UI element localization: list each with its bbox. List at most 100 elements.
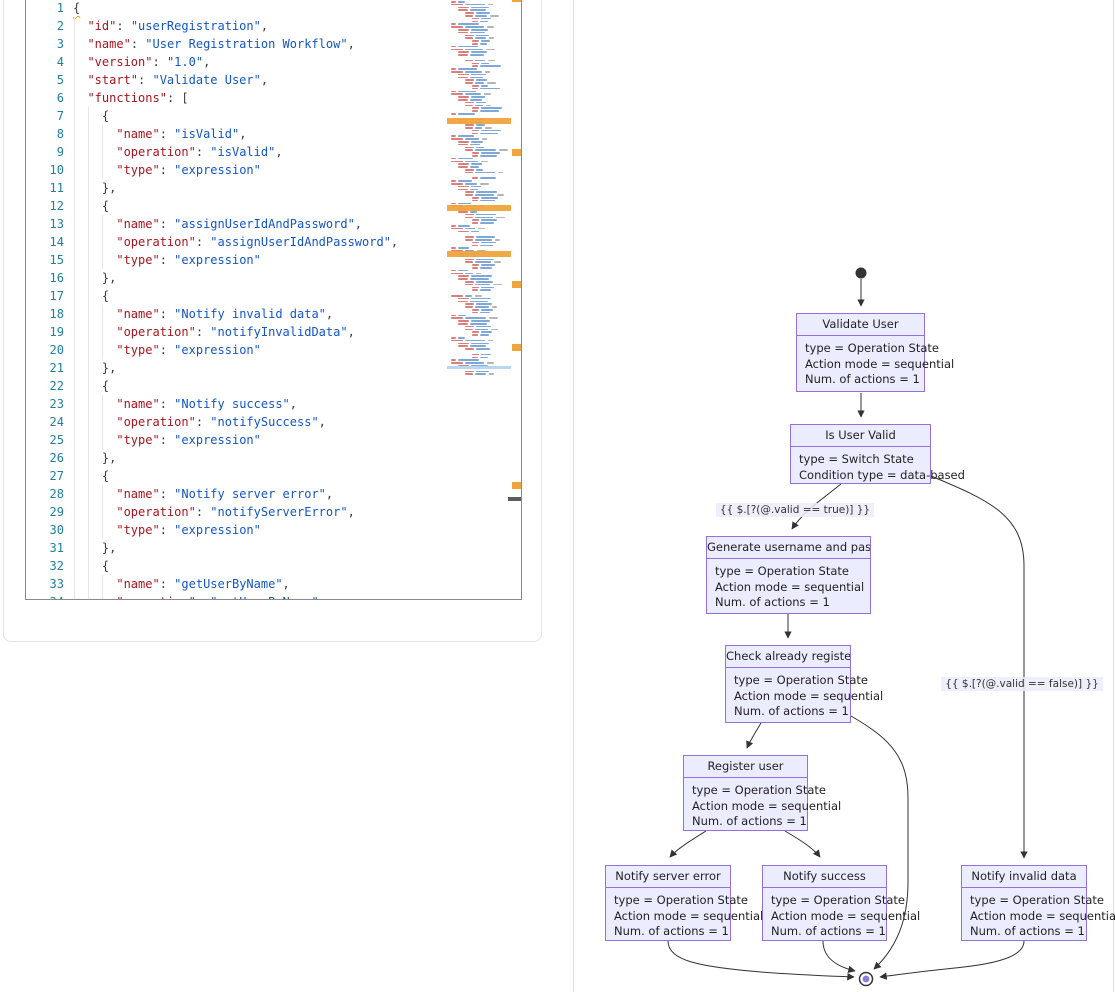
line-number: 23 [26,395,64,413]
overview-ruler[interactable] [512,1,522,591]
code-line: 10 "type": "expression" [26,161,446,179]
code-line: 23 "name": "Notify success", [26,395,446,413]
code-line: 32 { [26,557,446,575]
code-line: 9 "operation": "isValid", [26,143,446,161]
state-node-register-user[interactable]: Register usertype = Operation StateActio… [683,755,808,831]
ruler-match-mark [512,0,522,2]
line-number: 5 [26,71,64,89]
ruler-match-mark [512,149,522,156]
line-number: 24 [26,413,64,431]
state-node-check-already-registered[interactable]: Check already registeredtype = Operation… [725,645,851,723]
code-line: 33 "name": "getUserByName", [26,575,446,593]
state-node-property: Num. of actions = 1 [692,814,807,830]
code-line: 18 "name": "Notify invalid data", [26,305,446,323]
workflow-edges [573,0,1113,992]
ruler-match-mark [512,344,522,351]
code-line: 22 { [26,377,446,395]
code-line: 6 "functions": [ [26,89,446,107]
start-node[interactable] [856,268,867,279]
code-line: 20 "type": "expression" [26,341,446,359]
line-number: 32 [26,557,64,575]
minimap-selection-highlight [447,366,511,369]
line-number: 2 [26,17,64,35]
state-node-title: Generate username and password [707,537,870,559]
line-number: 15 [26,251,64,269]
state-node-property: Action mode = sequential [805,357,924,373]
code-line: 15 "type": "expression" [26,251,446,269]
line-number: 1 [26,0,64,17]
state-node-validate-user[interactable]: Validate Usertype = Operation StateActio… [796,313,925,392]
code-lines: 1{2 "id": "userRegistration",3 "name": "… [26,0,446,600]
line-number: 27 [26,467,64,485]
state-node-property: type = Operation State [715,564,870,580]
state-node-notify-success[interactable]: Notify success type = Operation StateActi… [762,865,887,941]
state-node-property: Condition type = data-based [799,468,930,484]
line-number: 11 [26,179,64,197]
code-line: 25 "type": "expression" [26,431,446,449]
state-node-property: type = Operation State [734,673,850,689]
state-node-title: Notify invalid data [962,866,1086,888]
state-node-title: Register user [684,756,807,778]
ruler-cursor-mark [508,497,522,501]
line-number: 3 [26,35,64,53]
code-line: 5 "start": "Validate User", [26,71,446,89]
line-number: 8 [26,125,64,143]
minimap-match-highlight [447,118,511,124]
state-node-property: Action mode = sequential [715,580,870,596]
line-number: 4 [26,53,64,71]
edge-label-valid-false: {{ $.[?(@.valid == false)] }} [941,677,1103,691]
state-node-property: Action mode = sequential [734,689,850,705]
line-number: 17 [26,287,64,305]
state-node-property: Num. of actions = 1 [970,924,1086,940]
line-number: 31 [26,539,64,557]
code-line: 11 }, [26,179,446,197]
line-number: 21 [26,359,64,377]
ruler-match-mark [512,281,522,288]
code-line: 30 "type": "expression" [26,521,446,539]
state-node-property: Action mode = sequential [771,909,886,925]
code-line: 19 "operation": "notifyInvalidData", [26,323,446,341]
line-number: 9 [26,143,64,161]
state-node-generate-username-and-password[interactable]: Generate username and password type = Ope… [706,536,871,614]
line-number: 19 [26,323,64,341]
line-number: 34 [26,593,64,600]
code-line: 28 "name": "Notify server error", [26,485,446,503]
line-number: 6 [26,89,64,107]
page: 1{2 "id": "userRegistration",3 "name": "… [0,0,1115,992]
line-number: 12 [26,197,64,215]
line-number: 33 [26,575,64,593]
state-node-property: type = Operation State [614,893,730,909]
line-number: 20 [26,341,64,359]
state-node-title: Notify success [763,866,886,888]
state-node-property: type = Switch State [799,452,930,468]
code-editor[interactable]: 1{2 "id": "userRegistration",3 "name": "… [25,0,522,600]
state-node-notify-invalid-data[interactable]: Notify invalid datatype = Operation Stat… [961,865,1087,941]
code-line: 3 "name": "User Registration Workflow", [26,35,446,53]
code-line: 16 }, [26,269,446,287]
code-line: 14 "operation": "assignUserIdAndPassword… [26,233,446,251]
state-node-property: type = Operation State [771,893,886,909]
code-line: 21 }, [26,359,446,377]
state-node-property: Action mode = sequential [970,909,1086,925]
state-node-property: Num. of actions = 1 [805,372,924,388]
minimap-match-highlight [447,251,511,257]
minimap[interactable] [447,1,511,591]
state-node-property: Num. of actions = 1 [734,704,850,720]
line-number: 30 [26,521,64,539]
state-node-notify-server-error[interactable]: Notify server error type = Operation Stat… [605,865,731,941]
minimap-match-highlight [447,205,511,211]
state-node-title: Notify server error [606,866,730,888]
line-number: 14 [26,233,64,251]
state-node-is-user-valid[interactable]: Is User Validtype = Switch StateConditio… [790,424,931,484]
state-node-property: type = Operation State [692,783,807,799]
ruler-match-mark [512,482,522,489]
code-line: 13 "name": "assignUserIdAndPassword", [26,215,446,233]
state-node-property: Num. of actions = 1 [715,595,870,611]
end-node[interactable] [860,973,873,986]
edge-label-valid-true: {{ $.[?(@.valid == true)] }} [716,503,874,517]
code-line: 2 "id": "userRegistration", [26,17,446,35]
code-line: 34 "operation": "getUserByName", [26,593,446,600]
line-number: 22 [26,377,64,395]
code-line: 29 "operation": "notifyServerError", [26,503,446,521]
line-number: 28 [26,485,64,503]
